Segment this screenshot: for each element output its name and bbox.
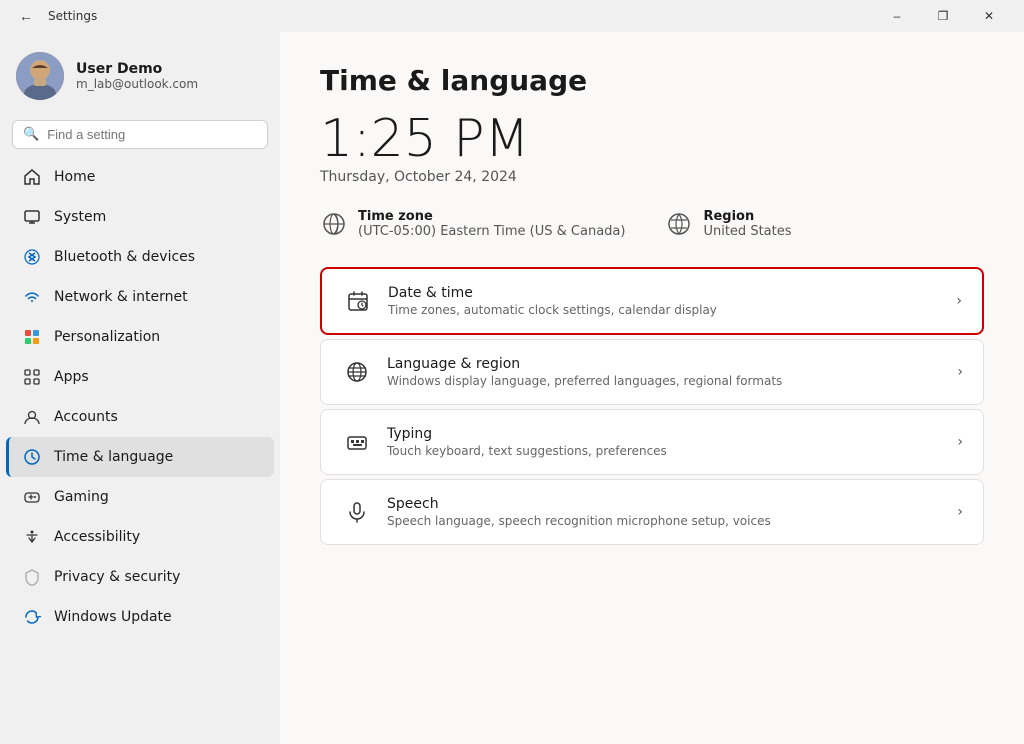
date-time-icon	[342, 285, 374, 317]
sidebar-item-windows-update-label: Windows Update	[54, 609, 172, 625]
time-display: 1:25 PM	[320, 113, 984, 165]
typing-icon	[341, 426, 373, 458]
sidebar-item-privacy-label: Privacy & security	[54, 569, 180, 585]
sidebar-item-network-label: Network & internet	[54, 289, 188, 305]
typing-chevron: ›	[957, 434, 963, 450]
settings-list: Date & time Time zones, automatic clock …	[320, 267, 984, 545]
speech-icon	[341, 496, 373, 528]
timezone-value: (UTC-05:00) Eastern Time (US & Canada)	[358, 224, 625, 239]
date-time-title: Date & time	[388, 285, 956, 301]
speech-title: Speech	[387, 496, 957, 512]
accounts-icon	[22, 407, 42, 427]
language-region-text: Language & region Windows display langua…	[387, 356, 957, 388]
update-icon	[22, 607, 42, 627]
apps-icon	[22, 367, 42, 387]
speech-desc: Speech language, speech recognition micr…	[387, 514, 957, 528]
language-region-title: Language & region	[387, 356, 957, 372]
title-bar: ← Settings – ❐ ✕	[0, 0, 1024, 32]
sidebar-item-system[interactable]: System	[6, 197, 274, 237]
sidebar-item-time-language[interactable]: Time & language	[6, 437, 274, 477]
language-region-desc: Windows display language, preferred lang…	[387, 374, 957, 388]
sidebar-item-accessibility[interactable]: Accessibility	[6, 517, 274, 557]
home-icon	[22, 167, 42, 187]
settings-item-date-time[interactable]: Date & time Time zones, automatic clock …	[320, 267, 984, 335]
typing-text: Typing Touch keyboard, text suggestions,…	[387, 426, 957, 458]
region-info: Region United States	[665, 209, 791, 239]
sidebar-item-apps-label: Apps	[54, 369, 89, 385]
settings-item-typing[interactable]: Typing Touch keyboard, text suggestions,…	[320, 409, 984, 475]
sidebar-item-time-language-label: Time & language	[54, 449, 173, 465]
title-bar-left: ← Settings	[12, 2, 97, 30]
user-info: User Demo m_lab@outlook.com	[76, 61, 198, 91]
sidebar-item-accounts[interactable]: Accounts	[6, 397, 274, 437]
system-icon	[22, 207, 42, 227]
info-bar: Time zone (UTC-05:00) Eastern Time (US &…	[320, 209, 984, 239]
sidebar-item-home-label: Home	[54, 169, 95, 185]
sidebar-item-personalization[interactable]: Personalization	[6, 317, 274, 357]
sidebar-item-personalization-label: Personalization	[54, 329, 160, 345]
speech-chevron: ›	[957, 504, 963, 520]
region-label: Region	[703, 209, 791, 224]
sidebar-item-windows-update[interactable]: Windows Update	[6, 597, 274, 637]
date-time-text: Date & time Time zones, automatic clock …	[388, 285, 956, 317]
settings-item-speech[interactable]: Speech Speech language, speech recogniti…	[320, 479, 984, 545]
sidebar-item-apps[interactable]: Apps	[6, 357, 274, 397]
region-text: Region United States	[703, 209, 791, 239]
window-controls: – ❐ ✕	[874, 0, 1012, 32]
timezone-info: Time zone (UTC-05:00) Eastern Time (US &…	[320, 209, 625, 239]
sidebar-item-home[interactable]: Home	[6, 157, 274, 197]
settings-item-language-region[interactable]: Language & region Windows display langua…	[320, 339, 984, 405]
date-time-desc: Time zones, automatic clock settings, ca…	[388, 303, 956, 317]
sidebar-item-bluetooth[interactable]: Bluetooth & devices	[6, 237, 274, 277]
timezone-icon	[320, 210, 348, 238]
minimize-button[interactable]: –	[874, 0, 920, 32]
timezone-label: Time zone	[358, 209, 625, 224]
search-box[interactable]: 🔍	[12, 120, 268, 149]
bluetooth-icon	[22, 247, 42, 267]
avatar	[16, 52, 64, 100]
main-content: Time & language 1:25 PM Thursday, Octobe…	[280, 32, 1024, 744]
personalization-icon	[22, 327, 42, 347]
typing-desc: Touch keyboard, text suggestions, prefer…	[387, 444, 957, 458]
region-value: United States	[703, 224, 791, 239]
gaming-icon	[22, 487, 42, 507]
user-section: User Demo m_lab@outlook.com	[0, 44, 280, 116]
sidebar-item-accounts-label: Accounts	[54, 409, 118, 425]
network-icon	[22, 287, 42, 307]
close-button[interactable]: ✕	[966, 0, 1012, 32]
timezone-text: Time zone (UTC-05:00) Eastern Time (US &…	[358, 209, 625, 239]
time-icon	[22, 447, 42, 467]
date-display: Thursday, October 24, 2024	[320, 169, 984, 185]
user-email: m_lab@outlook.com	[76, 77, 198, 91]
app-container: User Demo m_lab@outlook.com 🔍 Home	[0, 32, 1024, 744]
sidebar-item-system-label: System	[54, 209, 106, 225]
region-icon	[665, 210, 693, 238]
privacy-icon	[22, 567, 42, 587]
user-name: User Demo	[76, 61, 198, 77]
language-region-chevron: ›	[957, 364, 963, 380]
sidebar-item-privacy-security[interactable]: Privacy & security	[6, 557, 274, 597]
search-icon: 🔍	[23, 127, 39, 142]
page-title: Time & language	[320, 64, 984, 97]
maximize-button[interactable]: ❐	[920, 0, 966, 32]
sidebar-item-accessibility-label: Accessibility	[54, 529, 140, 545]
sidebar-item-network[interactable]: Network & internet	[6, 277, 274, 317]
sidebar: User Demo m_lab@outlook.com 🔍 Home	[0, 32, 280, 744]
sidebar-item-bluetooth-label: Bluetooth & devices	[54, 249, 195, 265]
search-input[interactable]	[47, 127, 257, 142]
sidebar-item-gaming-label: Gaming	[54, 489, 109, 505]
date-time-chevron: ›	[956, 293, 962, 309]
window-title: Settings	[48, 9, 97, 23]
typing-title: Typing	[387, 426, 957, 442]
accessibility-icon	[22, 527, 42, 547]
sidebar-item-gaming[interactable]: Gaming	[6, 477, 274, 517]
speech-text: Speech Speech language, speech recogniti…	[387, 496, 957, 528]
back-button[interactable]: ←	[12, 2, 40, 30]
language-icon	[341, 356, 373, 388]
